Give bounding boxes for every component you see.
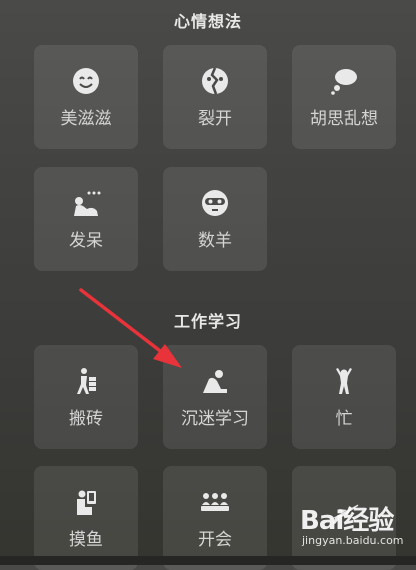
baidu-jingyan-watermark: Bai经验 jingyan.baidu.com: [300, 488, 410, 558]
watermark-url: jingyan.baidu.com: [302, 534, 404, 547]
annotation-arrow: [79, 288, 182, 368]
bottom-edge: [0, 556, 416, 565]
watermark-logo: Bai经验: [300, 506, 394, 536]
